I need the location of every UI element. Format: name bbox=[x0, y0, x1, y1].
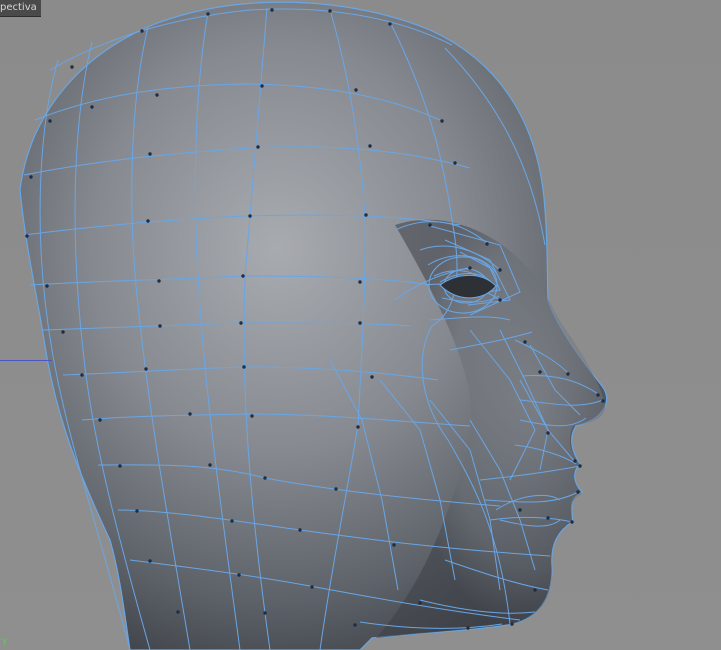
viewport-label: pectiva bbox=[0, 0, 41, 17]
head-model-svg[interactable] bbox=[0, 0, 721, 650]
3d-viewport[interactable]: pectiva Y bbox=[0, 0, 721, 650]
axis-indicator-icon bbox=[0, 360, 52, 361]
axis-label-y: Y bbox=[2, 638, 8, 648]
